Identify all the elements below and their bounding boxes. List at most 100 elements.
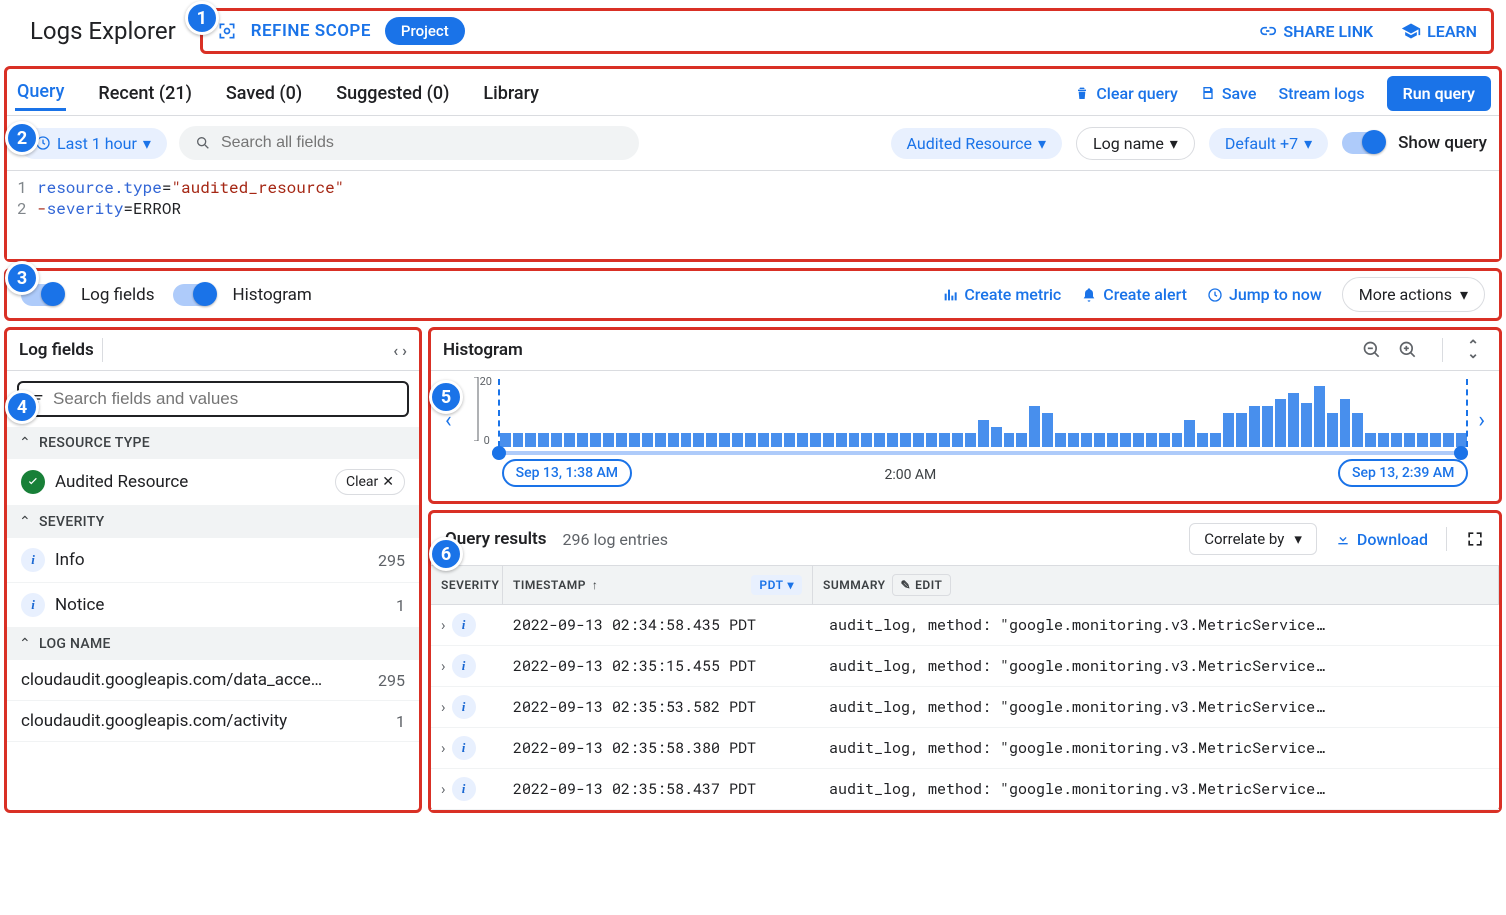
histogram-bar[interactable]: [1262, 406, 1273, 447]
clear-resource-chip[interactable]: Clear✕: [335, 469, 405, 495]
expand-collapse-icon[interactable]: ‹ ›: [393, 341, 407, 360]
histogram-bar[interactable]: [1081, 433, 1092, 447]
clear-query-button[interactable]: Clear query: [1074, 84, 1178, 103]
histogram-bar[interactable]: [797, 433, 808, 447]
histogram-bar[interactable]: [1236, 413, 1247, 447]
histogram-bar[interactable]: [874, 433, 885, 447]
histogram-bar[interactable]: [978, 420, 989, 447]
histogram-slider[interactable]: [492, 451, 1469, 455]
histogram-bar[interactable]: [732, 433, 743, 447]
tab-query[interactable]: Query: [15, 75, 66, 111]
histogram-bar[interactable]: [603, 433, 614, 447]
tab-recent[interactable]: Recent (21): [96, 77, 193, 110]
table-row[interactable]: ›i2022-09-13 02:34:58.435 PDTaudit_log, …: [431, 605, 1499, 646]
timezone-chip[interactable]: PDT▾: [751, 575, 802, 595]
tab-suggested[interactable]: Suggested (0): [334, 77, 451, 110]
table-row[interactable]: ›i2022-09-13 02:35:53.582 PDTaudit_log, …: [431, 687, 1499, 728]
histogram-bar[interactable]: [1443, 433, 1454, 447]
histogram-bar[interactable]: [887, 433, 898, 447]
histogram-bar[interactable]: [1004, 433, 1015, 447]
histogram-bar[interactable]: [939, 433, 950, 447]
save-button[interactable]: Save: [1200, 84, 1257, 103]
create-metric-button[interactable]: Create metric: [942, 285, 1061, 304]
histogram-bar[interactable]: [655, 433, 666, 447]
histogram-bar[interactable]: [849, 433, 860, 447]
histogram-bar[interactable]: [1055, 433, 1066, 447]
histogram-bar[interactable]: [538, 433, 549, 447]
histogram-bar[interactable]: [745, 433, 756, 447]
stream-logs-button[interactable]: Stream logs: [1278, 84, 1364, 103]
histogram-bar[interactable]: [706, 433, 717, 447]
tab-saved[interactable]: Saved (0): [224, 77, 304, 110]
histogram-bar[interactable]: [1430, 433, 1441, 447]
histogram-bar[interactable]: [1210, 433, 1221, 447]
histogram-bar[interactable]: [1029, 406, 1040, 447]
expand-icon[interactable]: ›: [441, 657, 446, 675]
expand-icon[interactable]: ›: [441, 698, 446, 716]
histogram-bar[interactable]: [1404, 433, 1415, 447]
table-row[interactable]: ›i2022-09-13 02:35:58.380 PDTaudit_log, …: [431, 728, 1499, 769]
histogram-bar[interactable]: [1365, 433, 1376, 447]
resource-item-audited[interactable]: Audited Resource Clear✕: [7, 459, 419, 506]
log-fields-search[interactable]: [17, 381, 409, 417]
histogram-bar[interactable]: [965, 433, 976, 447]
logname-activity-row[interactable]: cloudaudit.googleapis.com/activity 1: [7, 701, 419, 742]
histogram-bar[interactable]: [577, 433, 588, 447]
logname-data-access-row[interactable]: cloudaudit.googleapis.com/data_acce… 295: [7, 660, 419, 701]
group-severity[interactable]: ⌃SEVERITY: [7, 506, 419, 538]
tab-library[interactable]: Library: [481, 77, 541, 110]
search-all-fields[interactable]: [179, 126, 639, 160]
histogram-bar[interactable]: [1184, 420, 1195, 447]
slider-handle-start[interactable]: [492, 446, 506, 460]
histogram-bar[interactable]: [719, 433, 730, 447]
histogram-bar[interactable]: [564, 433, 575, 447]
fullscreen-icon[interactable]: [1465, 529, 1485, 549]
group-logname[interactable]: ⌃LOG NAME: [7, 628, 419, 660]
histogram-bar[interactable]: [952, 433, 963, 447]
histogram-bar[interactable]: [1146, 433, 1157, 447]
histogram-bar[interactable]: [1275, 399, 1286, 447]
table-row[interactable]: ›i2022-09-13 02:35:15.455 PDTaudit_log, …: [431, 646, 1499, 687]
histogram-bar[interactable]: [861, 433, 872, 447]
histogram-bar[interactable]: [551, 433, 562, 447]
histogram-bar[interactable]: [1301, 403, 1312, 447]
create-alert-button[interactable]: Create alert: [1081, 285, 1187, 304]
severity-info-row[interactable]: i Info 295: [7, 538, 419, 583]
histogram-bar[interactable]: [1120, 433, 1131, 447]
histogram-bar[interactable]: [823, 433, 834, 447]
histogram-toggle[interactable]: [173, 284, 215, 306]
histogram-bar[interactable]: [629, 433, 640, 447]
histogram-bar[interactable]: [991, 427, 1002, 447]
histogram-bar[interactable]: [1340, 399, 1351, 447]
histogram-bar[interactable]: [616, 433, 627, 447]
expand-icon[interactable]: ›: [441, 616, 446, 634]
zoom-out-icon[interactable]: [1362, 340, 1382, 360]
histogram-bar[interactable]: [681, 433, 692, 447]
slider-handle-end[interactable]: [1454, 446, 1468, 460]
histogram-bar[interactable]: [1133, 433, 1144, 447]
resource-filter[interactable]: Audited Resource ▾: [891, 128, 1063, 159]
histogram-bar[interactable]: [1249, 406, 1260, 447]
histogram-bar[interactable]: [1352, 413, 1363, 447]
expand-icon[interactable]: ⌃⌄: [1467, 342, 1479, 358]
show-query-toggle[interactable]: [1342, 132, 1384, 154]
learn-button[interactable]: LEARN: [1401, 21, 1477, 41]
col-summary[interactable]: SUMMARY ✎EDIT: [813, 566, 1499, 604]
histogram-bar[interactable]: [525, 433, 536, 447]
col-severity[interactable]: SEVERITY: [431, 566, 503, 604]
histogram-bar[interactable]: [1456, 433, 1467, 447]
histogram-bar[interactable]: [1042, 413, 1053, 447]
histogram-bar[interactable]: [693, 433, 704, 447]
histogram-bar[interactable]: [1094, 433, 1105, 447]
histogram-bar[interactable]: [642, 433, 653, 447]
histogram-bar[interactable]: [1378, 433, 1389, 447]
histogram-bar[interactable]: [668, 433, 679, 447]
run-query-button[interactable]: Run query: [1387, 76, 1491, 111]
histogram-bar[interactable]: [1327, 413, 1338, 447]
severity-filter[interactable]: Default +7 ▾: [1209, 128, 1328, 159]
download-button[interactable]: Download: [1335, 530, 1428, 549]
histogram-bar[interactable]: [1314, 386, 1325, 447]
histogram-bar[interactable]: [771, 433, 782, 447]
histogram-bar[interactable]: [913, 433, 924, 447]
refine-scope-button[interactable]: REFINE SCOPE: [251, 21, 371, 41]
